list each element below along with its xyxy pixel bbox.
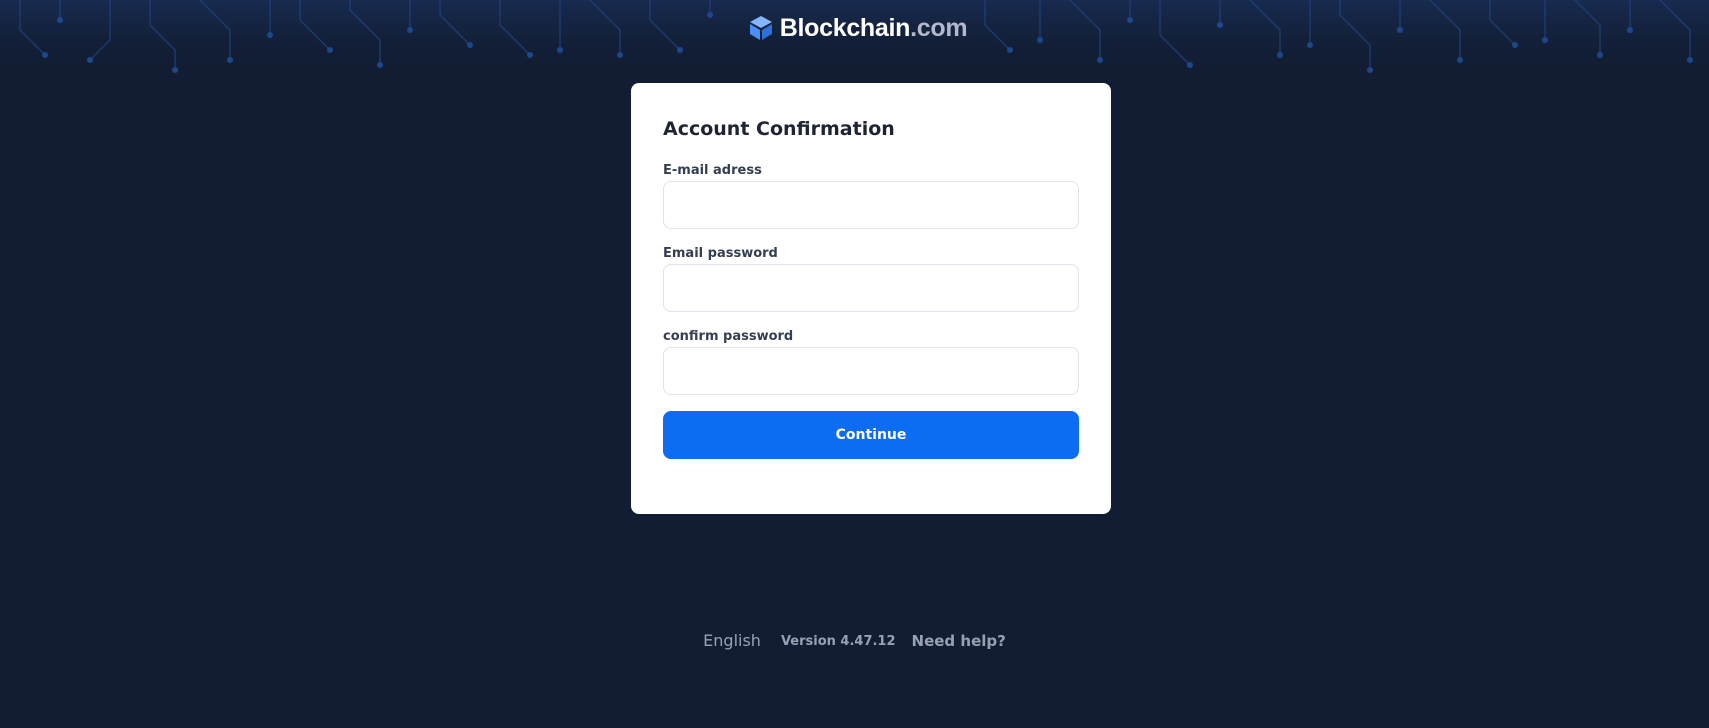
- brand-tld: .com: [910, 13, 968, 42]
- language-selector[interactable]: English: [703, 631, 761, 650]
- footer: English Version 4.47.12 Need help?: [0, 631, 1709, 650]
- page-title: Account Confirmation: [663, 118, 895, 140]
- brand-wordmark: Blockchain .com: [780, 14, 968, 43]
- brand-logo[interactable]: Blockchain .com: [748, 14, 968, 43]
- email-password-field-group: Email password: [663, 246, 1079, 312]
- confirm-password-field-group: confirm password: [663, 329, 1079, 395]
- need-help-link[interactable]: Need help?: [912, 632, 1006, 650]
- email-field-group: E-mail adress: [663, 163, 1079, 229]
- account-confirmation-card: Account Confirmation E-mail adress Email…: [631, 83, 1111, 514]
- version-label: Version 4.47.12: [780, 634, 896, 649]
- email-password-label: Email password: [663, 246, 778, 261]
- email-input[interactable]: [663, 181, 1079, 229]
- header: Blockchain .com: [0, 0, 1709, 56]
- email-label: E-mail adress: [663, 163, 762, 178]
- form-fields: E-mail adress Email password confirm pas…: [663, 163, 1079, 395]
- confirm-password-label: confirm password: [663, 329, 794, 344]
- confirm-password-input[interactable]: [663, 347, 1079, 395]
- brand-name: Blockchain: [779, 13, 911, 42]
- email-password-input[interactable]: [663, 264, 1079, 312]
- blockchain-cube-icon: [749, 16, 772, 40]
- continue-button[interactable]: Continue: [663, 411, 1079, 459]
